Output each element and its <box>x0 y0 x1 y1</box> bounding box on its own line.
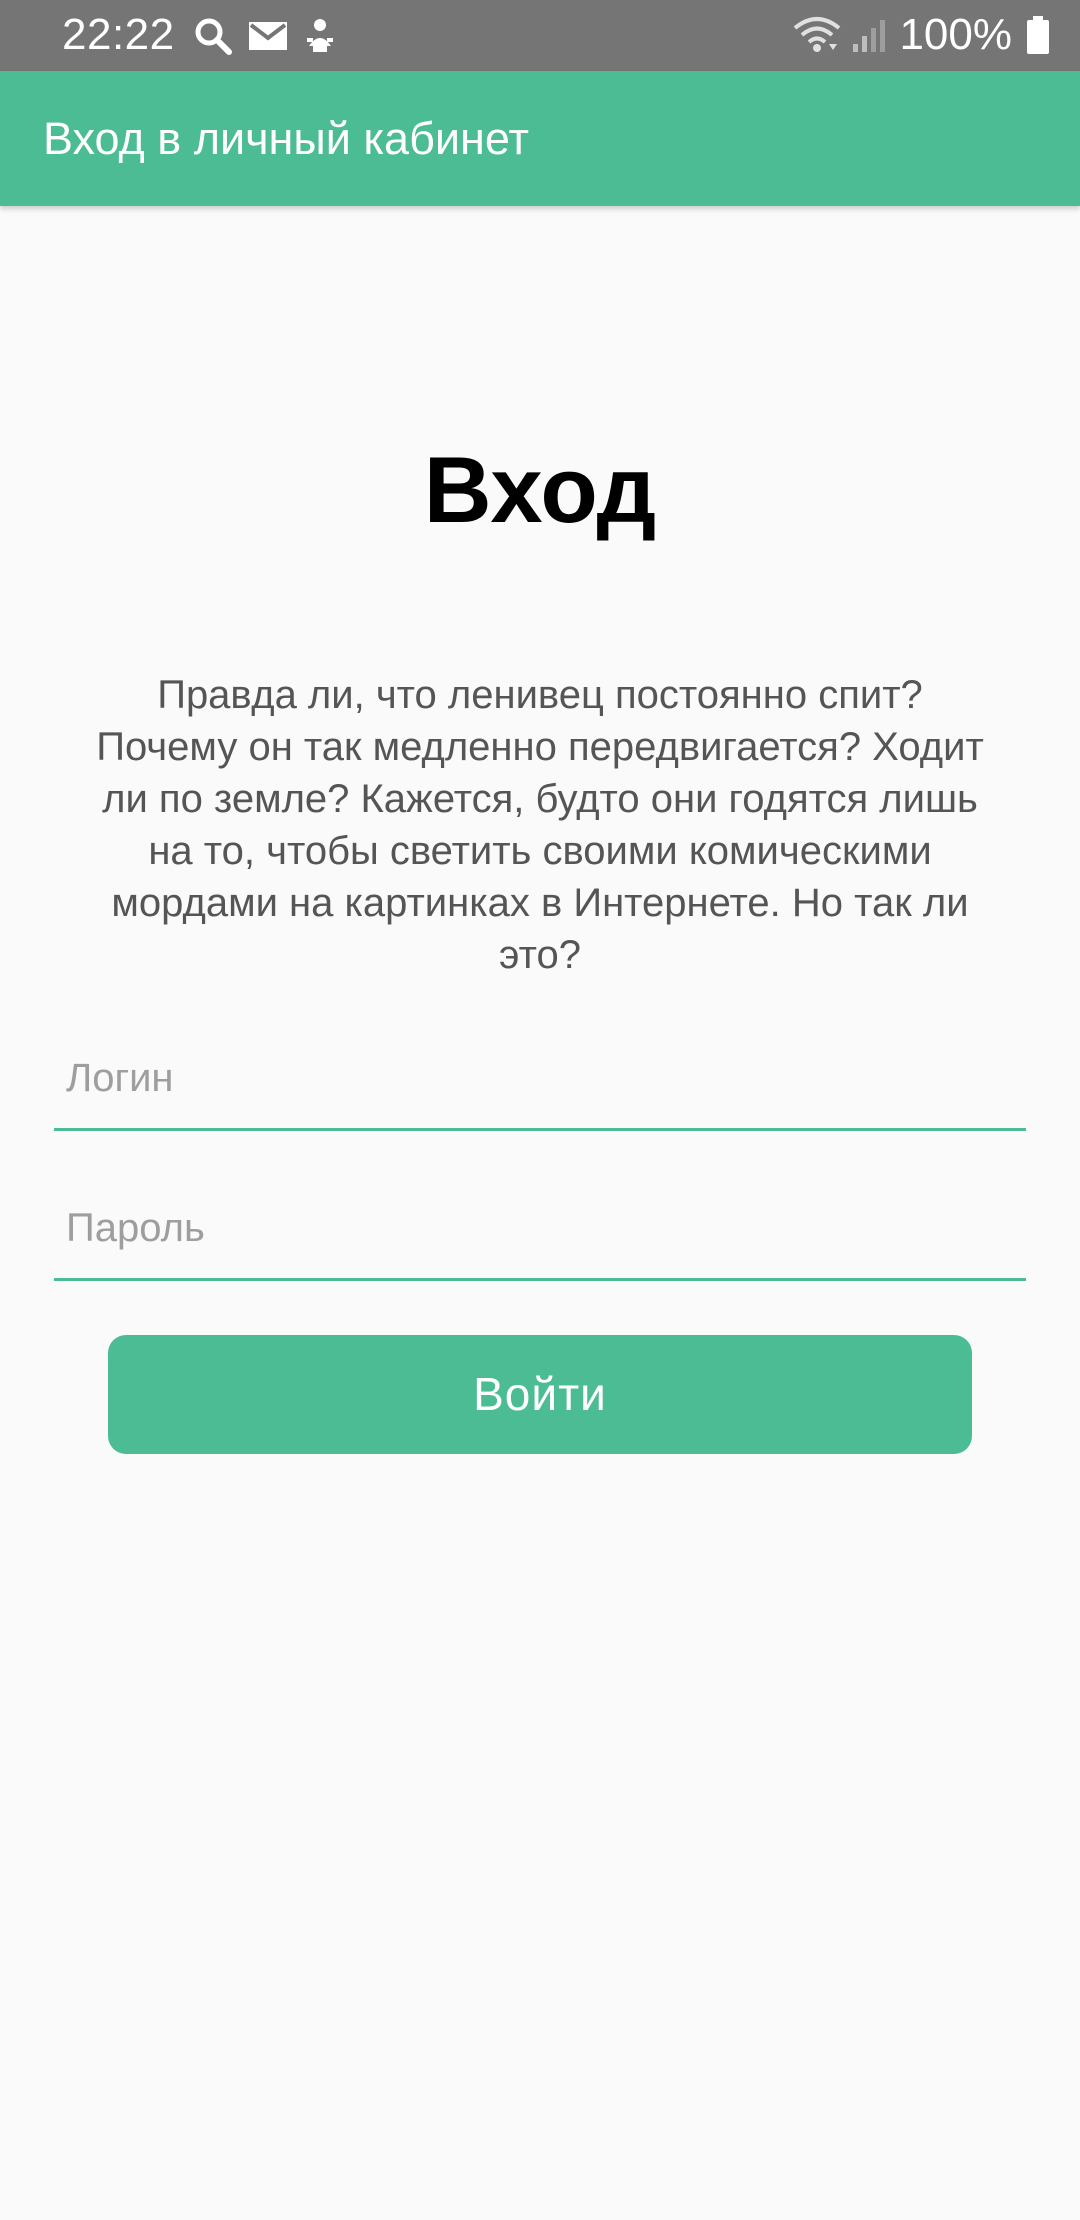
mail-icon <box>247 18 289 54</box>
login-button[interactable]: Войти <box>108 1335 972 1454</box>
status-icons-right: 100% <box>791 10 1080 60</box>
password-field[interactable] <box>54 1178 1026 1281</box>
description-text: Правда ли, что ленивец постоянно спит? П… <box>96 673 984 977</box>
app-bar: Вход в личный кабинет <box>0 71 1080 206</box>
search-icon <box>193 16 233 56</box>
status-bar: 22:22 100% <box>0 0 1080 71</box>
battery-percentage: 100% <box>899 10 1012 59</box>
notification-icon <box>303 16 337 56</box>
battery-icon <box>1026 15 1050 55</box>
status-icons-left <box>193 14 337 58</box>
app-bar-title: Вход в личный кабинет <box>43 113 529 164</box>
signal-icon <box>851 16 889 54</box>
page-heading: Вход <box>423 437 657 542</box>
login-input[interactable] <box>66 1048 1006 1108</box>
password-input[interactable] <box>66 1198 1006 1258</box>
wifi-icon <box>791 14 843 56</box>
login-field[interactable] <box>54 1028 1026 1131</box>
status-time: 22:22 <box>62 10 175 59</box>
